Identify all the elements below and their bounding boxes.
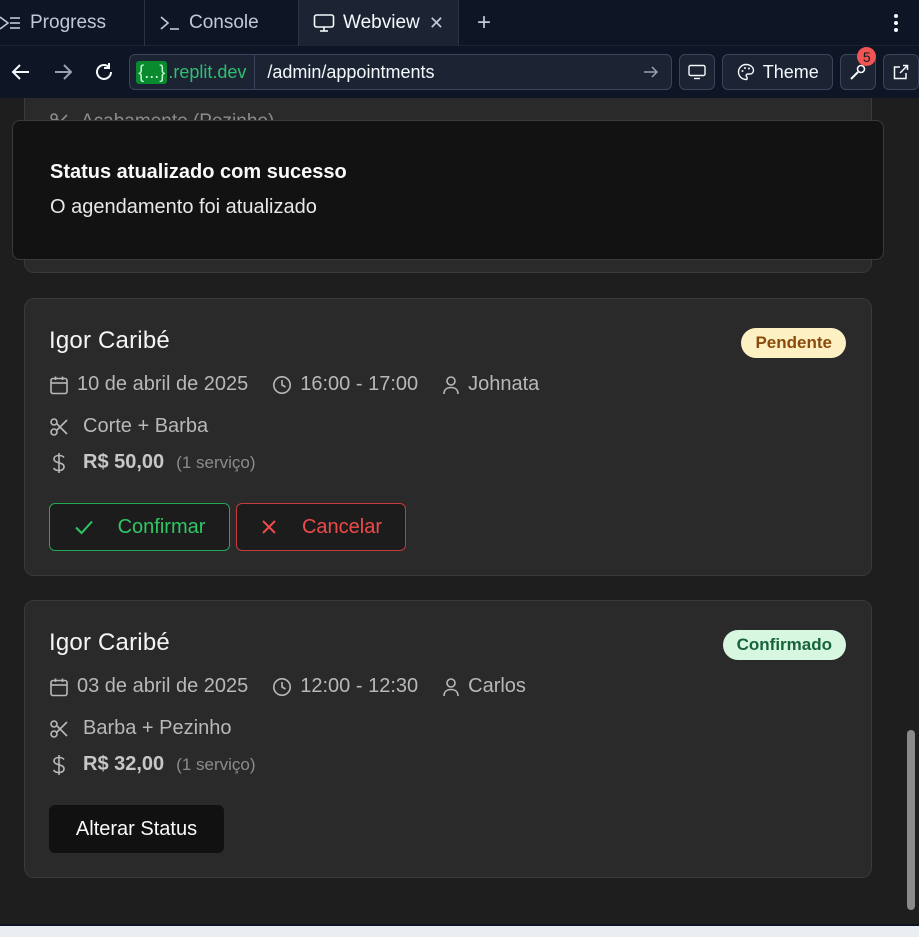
go-arrow-icon[interactable]	[631, 65, 671, 79]
webview-content: Acabamento (Pezinho) Status atualizado c…	[0, 98, 919, 924]
status-badge: Pendente	[741, 328, 846, 358]
price-row: R$ 32,00 (1 serviço)	[49, 753, 256, 776]
price-value: R$ 32,00	[83, 753, 165, 775]
clock-icon	[273, 677, 292, 696]
appointment-meta: 03 de abril de 2025 12:00 - 12:30 Carlos	[49, 675, 550, 698]
dollar-icon	[52, 754, 65, 775]
tab-progress[interactable]: Progress	[0, 0, 145, 46]
monitor-icon	[313, 14, 335, 32]
calendar-icon	[50, 376, 68, 394]
time-label: 16:00 - 17:00	[300, 373, 419, 395]
ide-tab-bar: Progress Console Webview ✕ +	[0, 0, 919, 46]
date-item: 03 de abril de 2025	[49, 675, 248, 698]
services-row: Corte + Barba	[49, 415, 208, 438]
services-label: Barba + Pezinho	[83, 717, 232, 739]
close-icon	[262, 520, 276, 534]
barber-label: Carlos	[468, 675, 526, 697]
palette-icon	[737, 63, 754, 81]
progress-icon	[0, 16, 20, 30]
tab-progress-content: Progress	[0, 12, 106, 34]
barber-item: Carlos	[442, 675, 526, 698]
barber-item: Johnata	[442, 373, 539, 396]
clock-icon	[273, 375, 292, 394]
user-icon	[443, 677, 459, 696]
theme-button[interactable]: Theme	[722, 54, 834, 90]
date-label: 10 de abril de 2025	[77, 373, 249, 395]
open-external-button[interactable]	[883, 54, 919, 90]
url-host-brace: {...}	[136, 60, 168, 84]
add-tab-icon[interactable]: +	[459, 0, 509, 45]
monitor-icon	[688, 64, 706, 80]
service-count: (1 serviço)	[176, 754, 256, 774]
price-row: R$ 50,00 (1 serviço)	[49, 451, 256, 474]
cancel-button[interactable]: Cancelar	[236, 503, 406, 551]
reload-icon[interactable]	[84, 52, 126, 92]
appointment-card: Igor Caribé Confirmado 03 de abril de 20…	[24, 600, 872, 878]
toast-notification[interactable]: Status atualizado com sucesso O agendame…	[12, 120, 884, 260]
price-value: R$ 50,00	[83, 451, 165, 473]
services-row: Barba + Pezinho	[49, 717, 231, 740]
tab-webview-content: Webview	[313, 12, 420, 34]
time-item: 16:00 - 17:00	[272, 373, 418, 396]
device-preview-button[interactable]	[679, 54, 716, 90]
tab-console[interactable]: Console	[145, 0, 299, 46]
dollar-icon	[52, 452, 65, 473]
scissors-icon	[50, 417, 68, 436]
tab-webview[interactable]: Webview ✕	[299, 0, 459, 46]
confirm-button[interactable]: Confirmar	[49, 503, 230, 551]
tab-progress-label: Progress	[30, 12, 107, 33]
forward-arrow-icon[interactable]	[42, 52, 84, 92]
appointment-meta: 10 de abril de 2025 16:00 - 17:00 Johnat…	[49, 373, 563, 396]
services-label: Corte + Barba	[83, 415, 209, 437]
scrollbar-thumb[interactable]	[907, 730, 915, 910]
tab-console-label: Console	[189, 12, 259, 33]
toast-title: Status atualizado com sucesso	[50, 161, 347, 183]
external-link-icon	[893, 64, 909, 80]
cancel-label: Cancelar	[301, 515, 383, 538]
url-path[interactable]: /admin/appointments	[255, 62, 631, 83]
date-label: 03 de abril de 2025	[77, 675, 249, 697]
bottom-strip	[0, 924, 919, 937]
client-name: Igor Caribé	[49, 327, 170, 354]
barber-label: Johnata	[468, 373, 540, 395]
back-arrow-icon[interactable]	[0, 52, 42, 92]
check-icon	[74, 520, 93, 535]
user-icon	[443, 375, 459, 394]
time-item: 12:00 - 12:30	[272, 675, 418, 698]
close-icon[interactable]: ✕	[429, 13, 444, 34]
toast-description: O agendamento foi atualizado	[50, 196, 317, 218]
terminal-icon	[160, 16, 179, 30]
url-host-domain: .replit.dev	[168, 61, 247, 82]
webview-address-bar: {...} .replit.dev /admin/appointments Th…	[0, 46, 919, 98]
date-item: 10 de abril de 2025	[49, 373, 248, 396]
url-host: {...} .replit.dev	[130, 55, 256, 89]
devtools-button[interactable]: 5	[840, 47, 877, 90]
scissors-icon	[50, 719, 68, 738]
url-field[interactable]: {...} .replit.dev /admin/appointments	[129, 54, 673, 90]
kebab-menu-icon[interactable]	[873, 0, 919, 45]
tab-webview-label: Webview	[343, 12, 420, 33]
devtools-badge: 5	[857, 47, 877, 66]
calendar-icon	[50, 678, 68, 696]
alter-status-button[interactable]: Alterar Status	[49, 805, 224, 853]
appointment-card: Igor Caribé Pendente 10 de abril de 2025…	[24, 298, 872, 576]
tabbar-spacer	[509, 0, 873, 45]
confirm-label: Confirmar	[117, 515, 206, 538]
theme-label: Theme	[762, 61, 819, 82]
client-name: Igor Caribé	[49, 629, 170, 656]
tab-console-content: Console	[159, 12, 259, 34]
time-label: 12:00 - 12:30	[300, 675, 419, 697]
service-count: (1 serviço)	[176, 452, 256, 472]
status-badge: Confirmado	[722, 630, 846, 660]
